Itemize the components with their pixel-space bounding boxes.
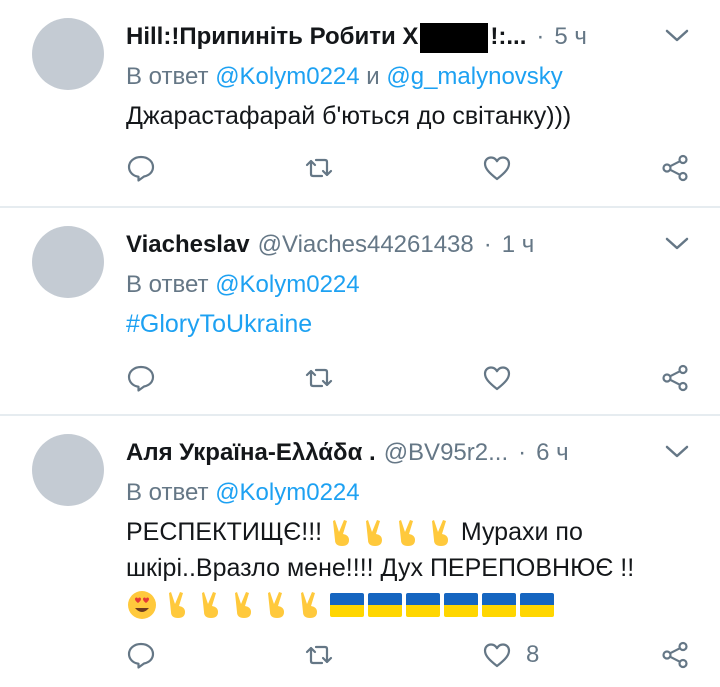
tweet[interactable]: Viacheslav @Viaches44261438 · 1 ч В отве…: [0, 208, 720, 416]
avatar[interactable]: [32, 226, 104, 298]
share-button[interactable]: [660, 363, 690, 393]
victory-hand-icon: [398, 520, 415, 547]
retweet-button[interactable]: [304, 640, 364, 670]
victory-hand-icon: [431, 520, 448, 547]
like-button[interactable]: 8: [482, 640, 542, 670]
tweet-time[interactable]: 1 ч: [502, 228, 535, 262]
retweet-icon: [305, 158, 333, 178]
ukraine-flag-icon: [481, 593, 516, 618]
mention-link[interactable]: @g_malynovsky: [386, 63, 562, 90]
retweet-button[interactable]: [304, 363, 364, 393]
author-handle[interactable]: @Viaches44261438: [258, 228, 474, 262]
victory-hand-icon: [300, 592, 317, 619]
ukraine-flag-icon: [367, 593, 402, 618]
separator-dot: ·: [518, 439, 527, 466]
separator-dot: ·: [536, 23, 545, 50]
reply-button[interactable]: [126, 363, 186, 393]
reply-icon: [127, 642, 155, 669]
like-count: 8: [526, 641, 540, 668]
ukraine-flag-icon: [329, 593, 364, 618]
victory-hand-icon: [267, 592, 284, 619]
avatar[interactable]: [32, 434, 104, 506]
reply-context: В ответ @Kolym0224: [126, 271, 360, 298]
author-handle[interactable]: @BV95r2...: [384, 436, 508, 470]
censor-bar: [420, 22, 489, 53]
ukraine-flag-icon: [405, 593, 440, 618]
tweet-text: РЕСПЕКТИЩЄ!!! Мурахи по шкірі..Вразло ме…: [126, 514, 690, 622]
share-icon: [662, 641, 688, 669]
ukraine-flag-icon: [519, 593, 554, 618]
tweet-time[interactable]: 5 ч: [554, 20, 587, 54]
ukraine-flag-icon: [443, 593, 478, 618]
author-name[interactable]: Hill:!Припиніть Робити Х!:...: [126, 20, 526, 54]
chevron-down-icon[interactable]: [664, 234, 690, 254]
tweet[interactable]: Hill:!Припиніть Робити Х!:... · 5 ч В от…: [0, 0, 720, 208]
heart-eyes-emoji-icon: [128, 591, 156, 620]
emoji-row: [126, 590, 558, 620]
tweet-text: #GloryToUkraine: [126, 306, 690, 342]
mention-link[interactable]: @Kolym0224: [215, 63, 359, 90]
tweet-time[interactable]: 6 ч: [536, 436, 569, 470]
share-icon: [662, 154, 688, 182]
tweet[interactable]: Аля Україна-Ελλάδα . @BV95r2... · 6 ч В …: [0, 416, 720, 687]
reply-button[interactable]: [126, 640, 186, 670]
like-button[interactable]: [482, 153, 542, 183]
retweet-icon: [305, 645, 333, 665]
heart-icon: [483, 366, 511, 391]
share-button[interactable]: [660, 153, 690, 183]
separator-dot: ·: [483, 231, 492, 258]
chevron-down-icon[interactable]: [664, 442, 690, 462]
reply-button[interactable]: [126, 153, 186, 183]
heart-icon: [483, 643, 511, 668]
mention-link[interactable]: @Kolym0224: [215, 271, 359, 298]
retweet-icon: [305, 368, 333, 388]
victory-hand-icon: [333, 520, 350, 547]
reply-icon: [127, 365, 155, 392]
reply-context: В ответ @Kolym0224 и @g_malynovsky: [126, 63, 563, 90]
hashtag-link[interactable]: #GloryToUkraine: [126, 310, 312, 338]
tweet-text: Джарастафарай б'ються до світанку))): [126, 102, 572, 130]
retweet-button[interactable]: [304, 153, 364, 183]
reply-icon: [127, 155, 155, 182]
heart-icon: [483, 156, 511, 181]
share-button[interactable]: [660, 640, 690, 670]
avatar[interactable]: [32, 18, 104, 90]
share-icon: [662, 364, 688, 392]
victory-hand-icon: [234, 592, 251, 619]
author-name[interactable]: Viacheslav: [126, 228, 250, 262]
mention-link[interactable]: @Kolym0224: [215, 479, 359, 506]
author-name[interactable]: Аля Україна-Ελλάδα .: [126, 436, 376, 470]
chevron-down-icon[interactable]: [664, 26, 690, 46]
reply-context: В ответ @Kolym0224: [126, 479, 360, 506]
victory-hand-icon: [201, 592, 218, 619]
victory-hand-icon: [366, 520, 382, 547]
like-button[interactable]: [482, 363, 542, 393]
victory-hand-icon: [168, 592, 185, 619]
victory-hand-emoji-group: [329, 518, 461, 547]
